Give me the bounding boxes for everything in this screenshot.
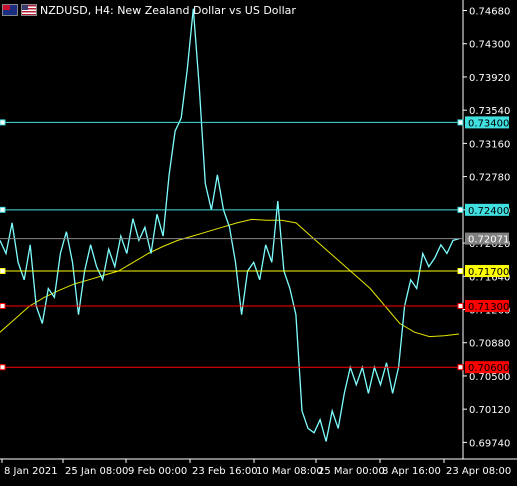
level-handle-left[interactable] [0,364,6,371]
y-tick-label: 0.70880 [469,339,510,350]
current-price-label: 0.72071 [468,235,509,246]
x-tick-label: 9 Feb 00:00 [128,466,187,477]
price-chart[interactable]: 0.74680 0.74300 0.73920 0.73540 0.73160 0.727… [0,0,517,482]
level-handle-left[interactable] [0,303,6,309]
level-price-label: 0.70600 [468,363,509,374]
level-price-label: 0.71300 [468,302,509,313]
chart-canvas[interactable]: 0.74680 0.74300 0.73920 0.73540 0.73160 0.727… [0,0,517,482]
y-tick-label: 0.73540 [469,106,510,117]
level-price-label: 0.71700 [468,267,509,278]
y-tick-label: 0.72780 [469,173,510,184]
x-tick-label: 8 Jan 2021 [4,466,58,477]
us-flag-icon [21,4,37,16]
level-handle-right[interactable] [457,119,464,126]
level-handle-left[interactable] [0,119,6,126]
y-tick-label: 0.74680 [469,6,510,17]
level-price-label: 0.72400 [468,206,509,217]
level-handle-right[interactable] [457,303,464,309]
y-tick-label: 0.73920 [469,73,510,84]
level-handle-right[interactable] [457,206,464,213]
symbol-description: NZDUSD, H4: New Zealand Dollar vs US Dol… [40,3,296,17]
chart-title-bar: NZDUSD, H4: New Zealand Dollar vs US Dol… [2,2,296,18]
level-handle-right[interactable] [457,364,464,371]
x-tick-label: 23 Apr 08:00 [446,466,511,477]
nz-flag-icon [2,4,18,16]
x-tick-label: 10 Mar 08:00 [256,466,323,477]
level-price-label: 0.73400 [468,118,509,129]
level-handle-left[interactable] [0,206,6,213]
x-tick-label: 8 Apr 16:00 [382,466,441,477]
x-tick-label: 25 Jan 08:00 [65,466,128,477]
level-handle-right[interactable] [457,268,464,275]
x-tick-label: 25 Mar 00:00 [318,466,385,477]
y-tick-label: 0.73160 [469,139,510,150]
y-tick-label: 0.69740 [469,438,510,449]
y-tick-label: 0.70120 [469,405,510,416]
level-handle-left[interactable] [0,268,6,275]
y-tick-label: 0.74300 [469,40,510,51]
x-tick-label: 23 Feb 16:00 [192,466,258,477]
moving-average-line [0,218,460,338]
